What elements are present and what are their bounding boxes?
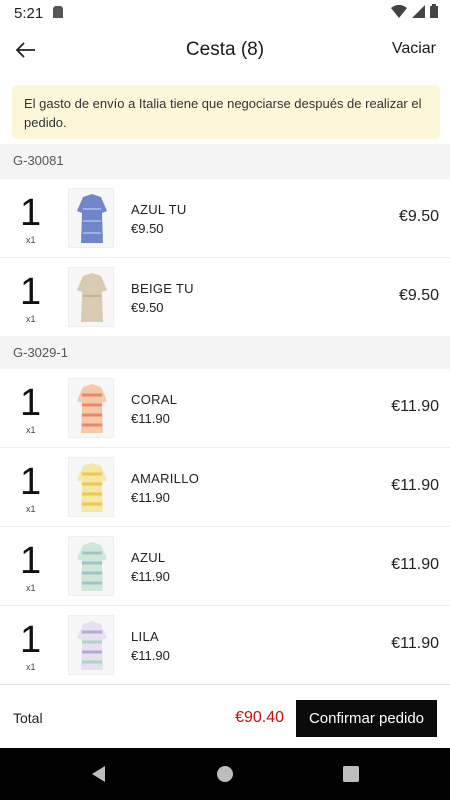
app-bar: Cesta (8) Vaciar (0, 26, 450, 74)
item-total: €11.90 (391, 477, 439, 494)
item-quantity: 1 (20, 619, 42, 661)
total-amount: €90.40 (235, 709, 284, 726)
item-name: LILA (131, 629, 159, 644)
signal-icon (412, 4, 425, 22)
item-name: CORAL (131, 392, 178, 407)
item-unit-price: €9.50 (131, 221, 164, 236)
item-quantity: 1 (20, 382, 42, 424)
item-unit-price: €9.50 (131, 300, 164, 315)
system-nav-bar (0, 748, 450, 800)
item-total: €9.50 (398, 287, 439, 304)
cart-item[interactable]: 1 x1 AZUL €11.90 €11.90 (0, 527, 450, 606)
checkout-bar: Total €90.40 Confirmar pedido (0, 684, 450, 748)
item-name: AZUL TU (131, 202, 187, 217)
item-unit-price: €11.90 (131, 411, 170, 426)
item-name: AZUL (131, 550, 166, 565)
confirm-order-button[interactable]: Confirmar pedido (296, 700, 437, 737)
item-quantity-multiplier: x1 (26, 235, 36, 245)
battery-icon (430, 4, 438, 22)
item-quantity-multiplier: x1 (26, 314, 36, 324)
cart-item[interactable]: 1 x1 AZUL TU €9.50 €9.50 (0, 179, 450, 258)
wifi-icon (391, 4, 407, 22)
item-total: €11.90 (391, 556, 439, 573)
item-unit-price: €11.90 (131, 490, 170, 505)
item-quantity-multiplier: x1 (26, 504, 36, 514)
product-thumbnail[interactable] (68, 615, 114, 675)
page-title: Cesta (8) (185, 39, 265, 60)
product-thumbnail[interactable] (68, 536, 114, 596)
item-unit-price: €11.90 (131, 569, 170, 584)
sd-card-icon (53, 5, 64, 22)
status-time: 5:21 (14, 4, 44, 22)
cart-item[interactable]: 1 x1 CORAL €11.90 €11.90 (0, 369, 450, 448)
item-quantity: 1 (20, 192, 42, 234)
item-total: €9.50 (398, 208, 439, 225)
item-total: €11.90 (391, 398, 439, 415)
cart-item[interactable]: 1 x1 AMARILLO €11.90 €11.90 (0, 448, 450, 527)
product-thumbnail[interactable] (68, 267, 114, 327)
item-quantity-multiplier: x1 (26, 662, 36, 672)
cart-item[interactable]: 1 x1 BEIGE TU €9.50 €9.50 (0, 258, 450, 337)
item-total: €11.90 (391, 635, 439, 652)
nav-home-icon[interactable] (215, 764, 235, 784)
group-header: G-30081 (0, 144, 450, 180)
product-thumbnail[interactable] (68, 457, 114, 517)
item-name: BEIGE TU (131, 281, 194, 296)
item-quantity: 1 (20, 271, 42, 313)
clear-cart-button[interactable]: Vaciar (392, 40, 436, 58)
nav-back-icon[interactable] (89, 764, 109, 784)
item-quantity-multiplier: x1 (26, 583, 36, 593)
item-name: AMARILLO (131, 471, 200, 486)
item-quantity-multiplier: x1 (26, 425, 36, 435)
item-quantity: 1 (20, 461, 42, 503)
product-thumbnail[interactable] (68, 378, 114, 438)
item-unit-price: €11.90 (131, 648, 170, 663)
cart-item[interactable]: 1 x1 LILA €11.90 €11.90 (0, 606, 450, 685)
group-header: G-3029-1 (0, 336, 450, 372)
product-thumbnail[interactable] (68, 188, 114, 248)
nav-recents-icon[interactable] (341, 764, 361, 784)
total-label: Total (13, 710, 43, 726)
status-bar: 5:21 (0, 0, 450, 26)
item-quantity: 1 (20, 540, 42, 582)
shipping-notice: El gasto de envío a Italia tiene que neg… (12, 85, 440, 139)
